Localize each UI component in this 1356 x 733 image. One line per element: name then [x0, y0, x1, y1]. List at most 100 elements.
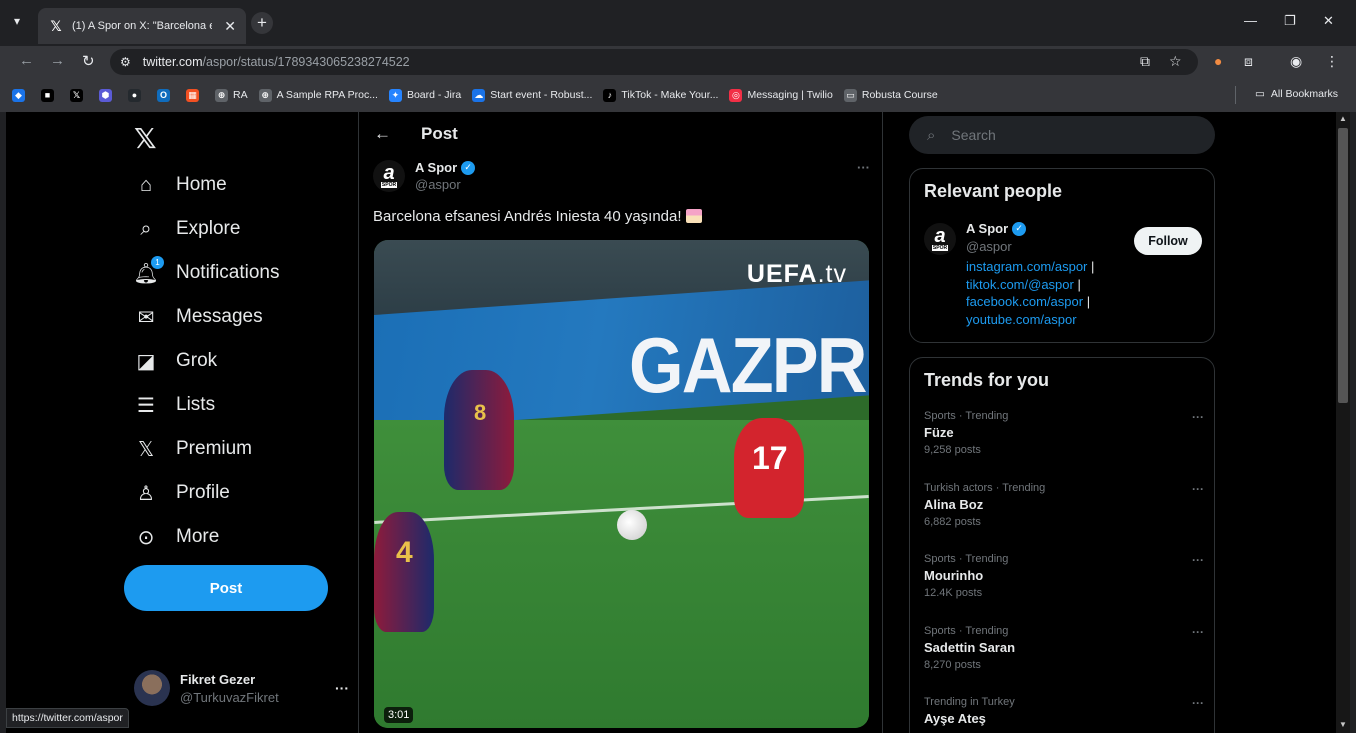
mail-icon: ✉ [137, 306, 155, 329]
back-icon[interactable]: ← [19, 52, 34, 69]
search-icon: ⌕ [140, 217, 152, 240]
tweet-video[interactable]: GAZPR UEFA.tv 8 17 4 3:01 [374, 240, 869, 728]
tiktok-link[interactable]: tiktok.com/@aspor [966, 277, 1074, 292]
tab-search-icon[interactable]: ▾ [14, 14, 20, 28]
x-logo-icon[interactable]: 𝕏 [134, 122, 157, 155]
account-switcher[interactable]: Fikret Gezer @TurkuvazFikret ··· [134, 668, 349, 708]
facebook-link[interactable]: facebook.com/aspor [966, 294, 1083, 309]
relevant-person-handle[interactable]: @aspor [966, 239, 1146, 254]
football [617, 510, 647, 540]
page-scrollbar[interactable]: ▲ ▼ [1336, 112, 1350, 733]
trend-more-icon[interactable]: ··· [1192, 625, 1204, 639]
bookmark-item[interactable]: ▭ Robusta Course [843, 88, 938, 102]
player-teammate: 4 [374, 512, 434, 632]
nav-item-premium[interactable]: 𝕏 Premium [134, 429, 252, 469]
new-tab-button[interactable]: + [251, 12, 273, 34]
uefa-tv-logo: UEFA.tv [746, 260, 847, 288]
youtube-link[interactable]: youtube.com/aspor [966, 312, 1077, 327]
search-bar[interactable]: ⌕ [909, 116, 1215, 154]
jira-icon: ✦ [388, 88, 402, 102]
trend-post-count: 6,882 posts [924, 515, 981, 528]
user-avatar [134, 670, 170, 706]
site-info-icon[interactable]: ⚙ [120, 55, 131, 69]
more-dots-icon[interactable]: ··· [335, 680, 349, 696]
relevant-person-name[interactable]: A Spor [966, 221, 1008, 236]
window-close-icon[interactable]: ✕ [1323, 13, 1334, 29]
bookmark-item[interactable]: O [157, 88, 175, 102]
nav-item-home[interactable]: ⌂ Home [134, 165, 227, 205]
bookmark-star-icon[interactable]: ☆ [1169, 53, 1182, 70]
window-frame-right [1350, 112, 1356, 733]
bookmark-item[interactable]: ✦ Board - Jira [388, 88, 461, 102]
restore-icon[interactable]: ❐ [1284, 13, 1296, 29]
scroll-down-icon[interactable]: ▼ [1339, 720, 1347, 729]
tweet-text: Barcelona efsanesi Andrés Iniesta 40 yaş… [373, 208, 702, 225]
address-bar[interactable]: ⚙ twitter.com/aspor/status/1789343065238… [110, 49, 1198, 75]
hex-icon: ⬢ [99, 88, 112, 102]
nav-item-more[interactable]: ⊙ More [134, 517, 220, 557]
bookmark-item[interactable]: ◆ [12, 88, 30, 102]
tab-close-icon[interactable]: ✕ [224, 18, 236, 35]
bookmark-label: RA [233, 89, 248, 101]
bookmark-item[interactable]: ☁ Start event - Robust... [472, 88, 592, 102]
extensions-puzzle-icon[interactable]: ⧈ [1244, 53, 1253, 70]
post-button[interactable]: Post [124, 565, 328, 611]
reload-icon[interactable]: ↻ [82, 52, 95, 70]
nav-item-grok[interactable]: ◪ Grok [134, 341, 218, 381]
nav-item-label: More [176, 526, 220, 547]
bookmark-item[interactable]: ⬢ [99, 88, 117, 102]
browser-tab-active[interactable]: 𝕏 (1) A Spor on X: "Barcelona efsa ✕ [38, 8, 246, 44]
trend-item[interactable]: Sports · Trending Mourinho 12.4K posts ··· [924, 553, 1204, 599]
nav-item-messages[interactable]: ✉ Messages [134, 297, 263, 337]
bookmark-item[interactable]: ♪ TikTok - Make Your... [603, 88, 719, 102]
all-bookmarks-button[interactable]: ▭ All Bookmarks [1255, 88, 1338, 100]
nav-item-notifications[interactable]: 🔔︎ 1 Notifications [133, 253, 280, 293]
nav-item-label: Premium [176, 438, 253, 459]
author-name[interactable]: A Spor [415, 160, 457, 175]
author-handle[interactable]: @aspor [415, 177, 475, 192]
trend-item[interactable]: Turkish actors · Trending Alina Boz 6,882 … [924, 482, 1204, 528]
scrollbar-thumb[interactable] [1338, 128, 1348, 403]
bookmark-item[interactable]: ◎ Messaging | Twilio [729, 88, 833, 102]
follow-button[interactable]: Follow [1134, 227, 1202, 255]
trend-more-icon[interactable]: ··· [1192, 482, 1204, 496]
jersey-number-17: 17 [752, 440, 788, 476]
search-input[interactable] [951, 127, 1172, 143]
post-header: ← Post [359, 112, 882, 156]
trend-item[interactable]: Sports · Trending Füze 9,258 posts ··· [924, 410, 1204, 456]
nav-item-lists[interactable]: ☰ Lists [134, 385, 215, 425]
bookmark-item[interactable]: ■ [41, 88, 59, 102]
trend-more-icon[interactable]: ··· [1192, 696, 1204, 710]
trend-item[interactable]: Sports · Trending Sadettin Saran 8,270 pos… [924, 625, 1204, 671]
browser-menu-icon[interactable]: ⋮ [1325, 53, 1339, 70]
person-icon: ♙ [137, 482, 155, 505]
author-avatar[interactable]: a SPOR [373, 160, 405, 192]
home-icon: ⌂ [139, 173, 153, 196]
trend-category: Sports · Trending [924, 624, 1009, 637]
trend-item[interactable]: Trending in Turkey Ayşe Ateş ··· [924, 696, 1204, 730]
nav-item-profile[interactable]: ♙ Profile [134, 473, 230, 513]
extension-fox-icon[interactable]: ● [1214, 53, 1222, 69]
instagram-link[interactable]: instagram.com/aspor [966, 259, 1087, 274]
scroll-up-icon[interactable]: ▲ [1339, 114, 1347, 123]
tweet-more-icon[interactable]: ··· [857, 160, 870, 175]
trend-more-icon[interactable]: ··· [1192, 410, 1204, 424]
bookmark-item[interactable]: ⊕ RA [215, 88, 248, 102]
bookmark-label: TikTok - Make Your... [621, 89, 719, 101]
install-app-icon[interactable]: ⧉ [1140, 53, 1150, 70]
profile-avatar-icon[interactable]: ◉ [1290, 53, 1302, 70]
forward-icon[interactable]: → [50, 52, 65, 69]
bookmark-item[interactable]: ● [128, 88, 146, 102]
relevant-person-avatar[interactable]: a SPOR [924, 223, 956, 255]
nav-item-explore[interactable]: ⌕ Explore [134, 209, 240, 249]
bookmark-item[interactable]: ▦ [186, 88, 204, 102]
back-arrow-icon[interactable]: ← [374, 124, 391, 144]
trend-more-icon[interactable]: ··· [1192, 553, 1204, 567]
diamond-icon: ◆ [12, 88, 25, 102]
minimize-icon[interactable]: — [1244, 13, 1257, 28]
square-icon: ■ [41, 88, 54, 102]
trends-title: Trends for you [924, 370, 1050, 390]
trend-category: Trending in Turkey [924, 696, 1015, 708]
bookmark-item[interactable]: 𝕏 [70, 88, 88, 102]
bookmark-item[interactable]: ⊕ A Sample RPA Proc... [258, 88, 378, 102]
